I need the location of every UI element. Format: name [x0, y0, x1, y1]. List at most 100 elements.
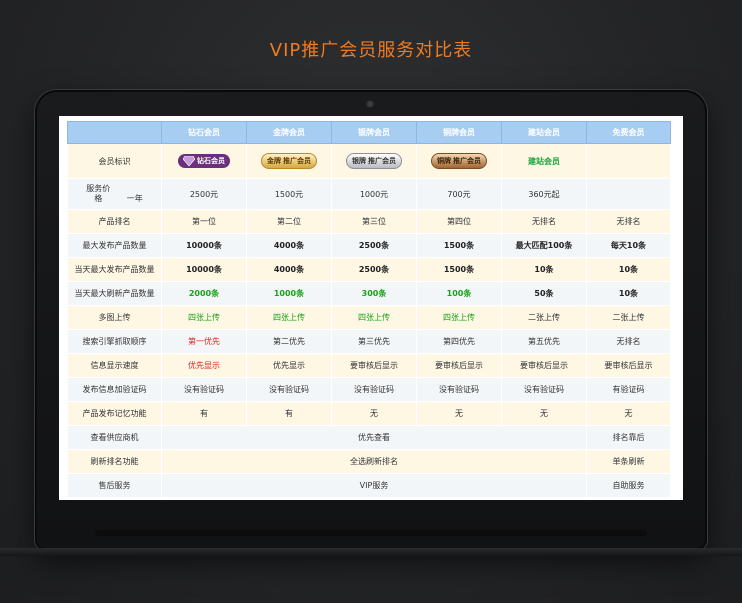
- table-row: 当天最大刷新产品数量 2000条 1000条 300条 100条 50条 10条: [67, 281, 671, 306]
- cell-value: 第三位: [331, 209, 417, 234]
- cell-value: 优先显示: [161, 353, 247, 378]
- cell-value: 第四位: [416, 209, 502, 234]
- header-gold: 金牌会员: [246, 121, 332, 144]
- cell-value: 无: [416, 401, 502, 426]
- cell-value: 要审核后显示: [416, 353, 502, 378]
- row-label: 多图上传: [67, 305, 162, 330]
- table-row: 会员标识 钻石会员 金牌 推广会员 银牌 推广会员 铜牌 推广会员 建站会员: [67, 143, 671, 179]
- cell-text: 四张上传: [443, 313, 475, 322]
- silver-badge-cell: 银牌 推广会员: [331, 143, 417, 179]
- price-free: [586, 178, 671, 210]
- price-gold: 1500元: [246, 178, 332, 210]
- cell-value: 没有验证码: [501, 377, 587, 402]
- badge-label: 钻石会员: [197, 157, 225, 165]
- row-label: 最大发布产品数量: [67, 233, 162, 258]
- badge-tier: 铜牌: [437, 157, 451, 165]
- cell-value: 无排名: [501, 209, 587, 234]
- cell-value: 四张上传: [161, 305, 247, 330]
- camera-icon: [366, 100, 374, 108]
- laptop-frame: 钻石会员 金牌会员 银牌会员 铜牌会员 建站会员 免费会员 会员标识 钻石会员 …: [35, 90, 707, 550]
- cell-value: 无: [586, 401, 671, 426]
- table-row: 搜索引擎抓取顺序 第一优先 第二优先 第三优先 第四优先 第五优先 无排名: [67, 329, 671, 354]
- cell-value: 第四优先: [416, 329, 502, 354]
- cell-value: 没有验证码: [416, 377, 502, 402]
- price-bronze: 700元: [416, 178, 502, 210]
- cell-value: 没有验证码: [246, 377, 332, 402]
- header-bronze: 铜牌会员: [416, 121, 502, 144]
- cell-value: 要审核后显示: [331, 353, 417, 378]
- cell-value: 四张上传: [416, 305, 502, 330]
- cell-value: 没有验证码: [161, 377, 247, 402]
- cell-value: 300条: [331, 281, 417, 306]
- cell-value: 无: [331, 401, 417, 426]
- diamond-badge: 钻石会员: [178, 154, 230, 168]
- table-header-row: 钻石会员 金牌会员 银牌会员 铜牌会员 建站会员 免费会员: [67, 121, 671, 144]
- cell-value: 二张上传: [586, 305, 671, 330]
- cell-value: 每天10条: [586, 233, 671, 258]
- page-title: VIP推广会员服务对比表: [269, 40, 473, 61]
- table-row: 最大发布产品数量 10000条 4000条 2500条 1500条 最大匹配10…: [67, 233, 671, 258]
- price-period: 一年: [126, 194, 143, 203]
- cell-value: 2000条: [161, 281, 247, 306]
- cell-value: 1500条: [416, 257, 502, 282]
- cell-value: 1000条: [246, 281, 332, 306]
- badge-tier: 银牌: [352, 157, 366, 165]
- table-row: 信息显示速度 优先显示 优先显示 要审核后显示 要审核后显示 要审核后显示 要审…: [67, 353, 671, 378]
- cell-value: 第二位: [246, 209, 332, 234]
- table-row: 发布信息加验证码 没有验证码 没有验证码 没有验证码 没有验证码 没有验证码 有…: [67, 377, 671, 402]
- badge-label: 推广会员: [453, 157, 481, 165]
- cell-value: 要审核后显示: [501, 353, 587, 378]
- cell-value: 50条: [501, 281, 587, 306]
- header-silver: 银牌会员: [331, 121, 417, 144]
- cell-value: 自助服务: [586, 473, 671, 498]
- price-label-cell: 服务价格 一年: [67, 178, 162, 210]
- cell-value: 2500条: [331, 233, 417, 258]
- badge-tier: 金牌: [267, 157, 281, 165]
- cell-value: 有: [246, 401, 332, 426]
- cell-value: 最大匹配100条: [501, 233, 587, 258]
- price-silver: 1000元: [331, 178, 417, 210]
- cell-value: 优先显示: [246, 353, 332, 378]
- merged-cell: 全选刷新排名: [161, 449, 587, 474]
- row-label: 产品发布记忆功能: [67, 401, 162, 426]
- bronze-badge: 铜牌 推广会员: [431, 153, 487, 169]
- cell-value: 没有验证码: [331, 377, 417, 402]
- row-label: 查看供应商机: [67, 425, 162, 450]
- free-badge-cell: [586, 143, 671, 179]
- cell-value: 4000条: [246, 257, 332, 282]
- cell-value: 100条: [416, 281, 502, 306]
- cell-value: 4000条: [246, 233, 332, 258]
- cell-value: 第二优先: [246, 329, 332, 354]
- table-row: 服务价格 一年 2500元 1500元 1000元 700元 360元起: [67, 178, 671, 210]
- gold-badge: 金牌 推广会员: [261, 153, 317, 169]
- row-label: 会员标识: [67, 143, 162, 179]
- gold-badge-cell: 金牌 推广会员: [246, 143, 332, 179]
- cell-value: 有: [161, 401, 247, 426]
- price-diamond: 2500元: [161, 178, 247, 210]
- cell-value: 四张上传: [331, 305, 417, 330]
- merged-cell: 优先查看: [161, 425, 587, 450]
- cell-value: 10条: [586, 257, 671, 282]
- table-row: 查看供应商机 优先查看 排名靠后: [67, 425, 671, 450]
- comparison-table: 钻石会员 金牌会员 银牌会员 铜牌会员 建站会员 免费会员 会员标识 钻石会员 …: [67, 121, 671, 498]
- price-site: 360元起: [501, 178, 587, 210]
- cell-value: 10条: [501, 257, 587, 282]
- cell-value: 第一位: [161, 209, 247, 234]
- bronze-badge-cell: 铜牌 推广会员: [416, 143, 502, 179]
- row-label: 产品排名: [67, 209, 162, 234]
- cell-value: 无: [501, 401, 587, 426]
- table-row: 当天最大发布产品数量 10000条 4000条 2500条 1500条 10条 …: [67, 257, 671, 282]
- diamond-badge-cell: 钻石会员: [161, 143, 247, 179]
- silver-badge: 银牌 推广会员: [346, 153, 402, 169]
- laptop-base: [0, 548, 742, 556]
- badge-label: 推广会员: [283, 157, 311, 165]
- cell-value: 四张上传: [246, 305, 332, 330]
- table-row: 产品排名 第一位 第二位 第三位 第四位 无排名 无排名: [67, 209, 671, 234]
- diamond-icon: [183, 156, 195, 166]
- header-site: 建站会员: [501, 121, 587, 144]
- cell-text: 四张上传: [273, 313, 305, 322]
- header-cell-empty: [67, 121, 162, 144]
- cell-value: 无排名: [586, 329, 671, 354]
- row-label: 服务价格: [86, 184, 111, 203]
- cell-value: 1500条: [416, 233, 502, 258]
